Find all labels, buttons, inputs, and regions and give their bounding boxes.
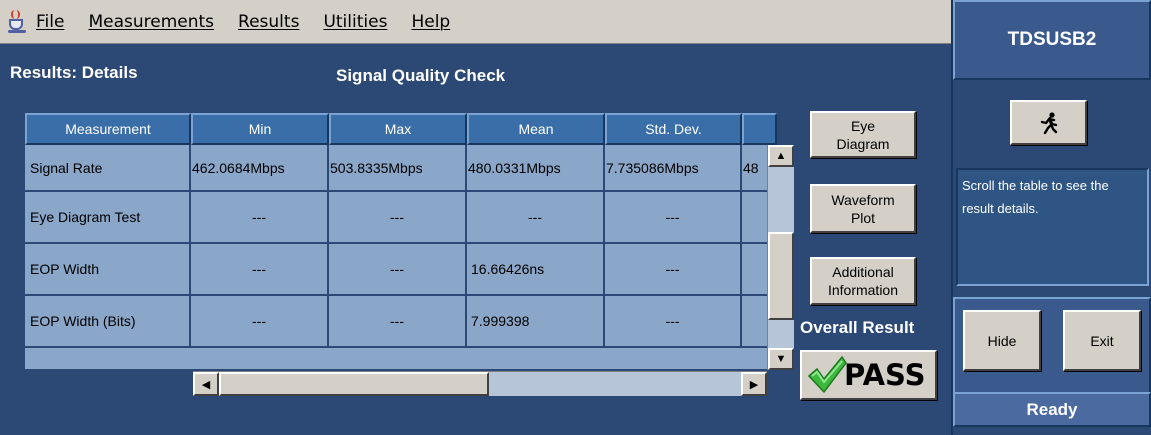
cell-std-dev: --- [605,296,742,346]
scroll-right-arrow-icon[interactable]: ▶ [741,372,767,396]
column-header-min[interactable]: Min [191,113,329,145]
section-title: Signal Quality Check [336,66,506,85]
table-row[interactable]: Signal Rate 462.0684Mbps 503.8335Mbps 48… [25,145,777,192]
table-header: Measurement Min Max Mean Std. Dev. [25,113,777,145]
hide-button[interactable]: Hide [963,310,1041,371]
run-button[interactable] [1010,100,1087,145]
pass-text: PASS [844,358,926,392]
table-body: Signal Rate 462.0684Mbps 503.8335Mbps 48… [25,145,777,348]
cell-measurement: Signal Rate [25,145,191,190]
status-bar: Ready [953,392,1151,427]
cell-measurement: EOP Width (Bits) [25,296,191,346]
column-header-mean[interactable]: Mean [467,113,605,145]
cell-measurement: Eye Diagram Test [25,192,191,242]
page-title: Results: Details [10,63,138,82]
cell-std-dev: --- [605,244,742,294]
cell-max: --- [329,296,467,346]
running-man-icon [1040,111,1057,134]
cell-mean: 16.66426ns [467,244,605,294]
horizontal-scrollbar[interactable]: ◀ ▶ [193,371,767,396]
cell-max: 503.8335Mbps [329,145,467,190]
scroll-down-arrow-icon[interactable]: ▼ [768,348,794,370]
menu-results[interactable]: Results [238,12,299,32]
scroll-left-arrow-icon[interactable]: ◀ [193,372,219,396]
additional-information-button[interactable]: Additional Information [810,257,916,305]
exit-button[interactable]: Exit [1063,310,1141,371]
java-cup-icon[interactable] [8,9,26,34]
waveform-plot-button[interactable]: Waveform Plot [810,184,916,233]
menu-file[interactable]: File [36,12,64,32]
table-row[interactable]: EOP Width --- --- 16.66426ns --- [25,244,777,296]
cell-mean: --- [467,192,605,242]
column-header-std-dev[interactable]: Std. Dev. [605,113,742,145]
menu-utilities[interactable]: Utilities [323,12,387,32]
menu-bar: File Measurements Results Utilities Help [0,0,951,44]
product-title: TDSUSB2 [953,0,1151,80]
menu-help[interactable]: Help [411,12,450,32]
vertical-scrollbar[interactable]: ▲ ▼ [767,145,794,370]
cell-min: --- [191,296,329,346]
cell-max: --- [329,192,467,242]
results-table: Measurement Min Max Mean Std. Dev. Signa… [25,113,777,369]
info-message: Scroll the table to see the result detai… [956,168,1149,286]
cell-mean: 480.0331Mbps [467,145,605,190]
horizontal-scroll-thumb[interactable] [219,372,489,396]
cell-max: --- [329,244,467,294]
check-icon [807,355,847,394]
cell-mean: 7.999398 [467,296,605,346]
cell-measurement: EOP Width [25,244,191,294]
table-row[interactable]: EOP Width (Bits) --- --- 7.999398 --- [25,296,777,348]
table-row[interactable]: Eye Diagram Test --- --- --- --- [25,192,777,244]
pass-status-badge: PASS [800,350,937,400]
column-header-max[interactable]: Max [329,113,467,145]
cell-min: 462.0684Mbps [191,145,329,190]
column-header-extra[interactable] [742,113,777,145]
cell-min: --- [191,192,329,242]
overall-result-label: Overall Result [800,318,915,337]
cell-std-dev: 7.735086Mbps [605,145,742,190]
eye-diagram-button[interactable]: Eye Diagram [810,111,916,158]
column-header-measurement[interactable]: Measurement [25,113,191,145]
scroll-up-arrow-icon[interactable]: ▲ [768,145,794,167]
cell-std-dev: --- [605,192,742,242]
cell-min: --- [191,244,329,294]
vertical-scroll-thumb[interactable] [768,232,794,320]
menu-measurements[interactable]: Measurements [88,12,214,32]
